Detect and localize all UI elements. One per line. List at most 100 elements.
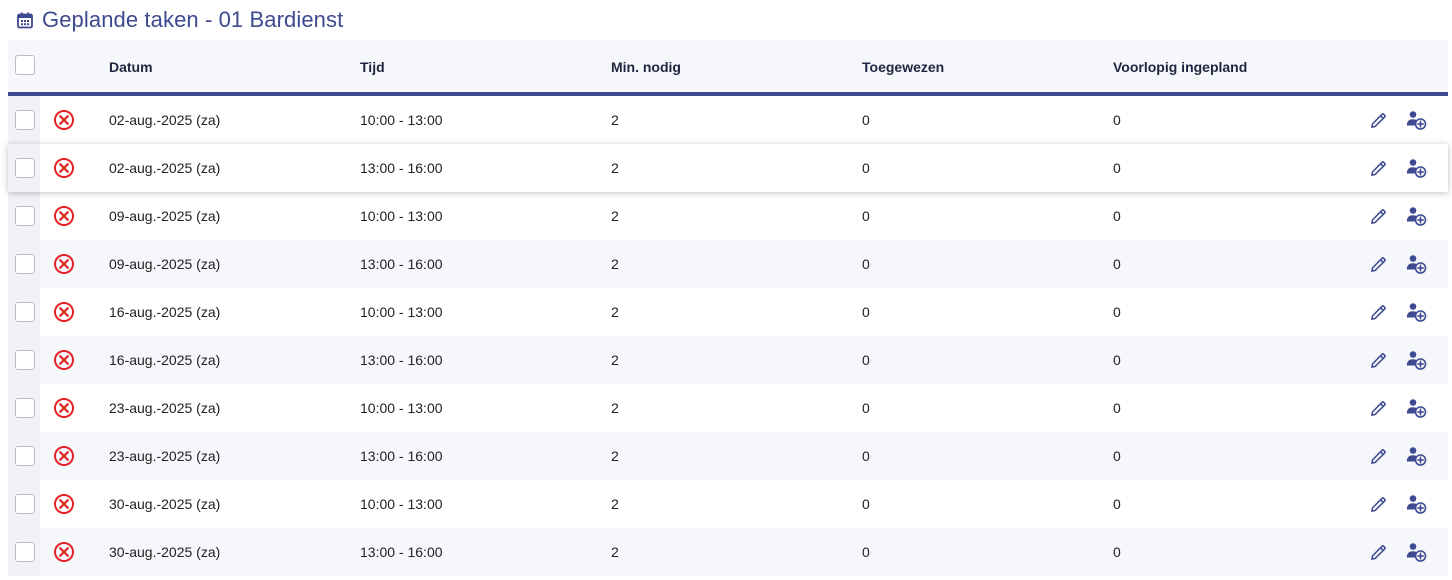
column-header-datum[interactable]: Datum: [109, 59, 153, 75]
add-user-icon[interactable]: [1405, 253, 1427, 275]
add-user-icon[interactable]: [1405, 397, 1427, 419]
cell-datum: 23-aug.-2025 (za): [109, 400, 221, 416]
cell-datum: 02-aug.-2025 (za): [109, 112, 221, 128]
pencil-icon[interactable]: [1369, 111, 1388, 130]
row-checkbox[interactable]: [15, 110, 35, 130]
row-checkbox-cell: [8, 432, 40, 480]
cell-tijd: 13:00 - 16:00: [360, 544, 443, 560]
pencil-icon[interactable]: [1369, 399, 1388, 418]
row-checkbox[interactable]: [15, 302, 35, 322]
row-checkbox-cell: [8, 528, 40, 576]
row-checkbox[interactable]: [15, 494, 35, 514]
cell-datum: 16-aug.-2025 (za): [109, 304, 221, 320]
table-row[interactable]: 09-aug.-2025 (za) 13:00 - 16:00 2 0 0: [8, 240, 1448, 288]
cancel-icon[interactable]: [53, 205, 75, 227]
cell-tijd: 10:00 - 13:00: [360, 112, 443, 128]
page-header: Geplande taken - 01 Bardienst: [0, 0, 1452, 40]
calendar-icon: [17, 12, 33, 29]
row-checkbox-cell: [8, 384, 40, 432]
cancel-icon[interactable]: [53, 541, 75, 563]
row-checkbox[interactable]: [15, 398, 35, 418]
row-checkbox-cell: [8, 288, 40, 336]
cell-min-nodig: 2: [611, 448, 619, 464]
row-checkbox[interactable]: [15, 446, 35, 466]
add-user-icon[interactable]: [1405, 301, 1427, 323]
cancel-icon[interactable]: [53, 253, 75, 275]
pencil-icon[interactable]: [1369, 495, 1388, 514]
column-header-voorlopig-ingepland[interactable]: Voorlopig ingepland: [1113, 59, 1247, 75]
row-checkbox-cell: [8, 96, 40, 144]
cancel-icon[interactable]: [53, 157, 75, 179]
cell-min-nodig: 2: [611, 208, 619, 224]
add-user-icon[interactable]: [1405, 109, 1427, 131]
cell-voorlopig-ingepland: 0: [1113, 544, 1121, 560]
row-checkbox-cell: [8, 144, 40, 192]
pencil-icon[interactable]: [1369, 159, 1388, 178]
cell-tijd: 10:00 - 13:00: [360, 208, 443, 224]
table-row[interactable]: 16-aug.-2025 (za) 13:00 - 16:00 2 0 0: [8, 336, 1448, 384]
cell-tijd: 13:00 - 16:00: [360, 256, 443, 272]
table-row[interactable]: 02-aug.-2025 (za) 10:00 - 13:00 2 0 0: [8, 96, 1448, 144]
cell-toegewezen: 0: [862, 352, 870, 368]
pencil-icon[interactable]: [1369, 303, 1388, 322]
row-checkbox[interactable]: [15, 206, 35, 226]
cell-datum: 09-aug.-2025 (za): [109, 256, 221, 272]
row-checkbox[interactable]: [15, 254, 35, 274]
table-row[interactable]: 23-aug.-2025 (za) 10:00 - 13:00 2 0 0: [8, 384, 1448, 432]
column-header-tijd[interactable]: Tijd: [360, 59, 385, 75]
add-user-icon[interactable]: [1405, 349, 1427, 371]
row-checkbox-cell: [8, 480, 40, 528]
add-user-icon[interactable]: [1405, 541, 1427, 563]
cancel-icon[interactable]: [53, 301, 75, 323]
pencil-icon[interactable]: [1369, 207, 1388, 226]
cell-voorlopig-ingepland: 0: [1113, 112, 1121, 128]
pencil-icon[interactable]: [1369, 543, 1388, 562]
column-header-toegewezen[interactable]: Toegewezen: [862, 59, 944, 75]
row-checkbox[interactable]: [15, 350, 35, 370]
cell-min-nodig: 2: [611, 400, 619, 416]
select-all-checkbox[interactable]: [15, 55, 35, 75]
cancel-icon[interactable]: [53, 493, 75, 515]
add-user-icon[interactable]: [1405, 205, 1427, 227]
table-row[interactable]: 30-aug.-2025 (za) 10:00 - 13:00 2 0 0: [8, 480, 1448, 528]
column-header-min-nodig[interactable]: Min. nodig: [611, 59, 681, 75]
cancel-icon[interactable]: [53, 445, 75, 467]
row-checkbox-cell: [8, 192, 40, 240]
cell-toegewezen: 0: [862, 160, 870, 176]
pencil-icon[interactable]: [1369, 255, 1388, 274]
add-user-icon[interactable]: [1405, 157, 1427, 179]
cell-min-nodig: 2: [611, 544, 619, 560]
pencil-icon[interactable]: [1369, 351, 1388, 370]
cell-datum: 02-aug.-2025 (za): [109, 160, 221, 176]
cell-datum: 23-aug.-2025 (za): [109, 448, 221, 464]
cell-tijd: 13:00 - 16:00: [360, 160, 443, 176]
add-user-icon[interactable]: [1405, 493, 1427, 515]
table-row[interactable]: 30-aug.-2025 (za) 13:00 - 16:00 2 0 0: [8, 528, 1448, 576]
tasks-table: Datum Tijd Min. nodig Toegewezen Voorlop…: [8, 40, 1448, 578]
cell-datum: 09-aug.-2025 (za): [109, 208, 221, 224]
cell-voorlopig-ingepland: 0: [1113, 208, 1121, 224]
cell-datum: 30-aug.-2025 (za): [109, 544, 221, 560]
cell-min-nodig: 2: [611, 304, 619, 320]
add-user-icon[interactable]: [1405, 445, 1427, 467]
table-row[interactable]: 02-aug.-2025 (za) 13:00 - 16:00 2 0 0: [8, 144, 1448, 192]
cell-voorlopig-ingepland: 0: [1113, 448, 1121, 464]
cell-tijd: 10:00 - 13:00: [360, 304, 443, 320]
cell-datum: 30-aug.-2025 (za): [109, 496, 221, 512]
pencil-icon[interactable]: [1369, 447, 1388, 466]
cell-voorlopig-ingepland: 0: [1113, 496, 1121, 512]
row-checkbox[interactable]: [15, 542, 35, 562]
cell-toegewezen: 0: [862, 544, 870, 560]
table-row[interactable]: 09-aug.-2025 (za) 10:00 - 13:00 2 0 0: [8, 192, 1448, 240]
cell-toegewezen: 0: [862, 304, 870, 320]
cancel-icon[interactable]: [53, 349, 75, 371]
cell-min-nodig: 2: [611, 352, 619, 368]
cell-min-nodig: 2: [611, 160, 619, 176]
cell-datum: 16-aug.-2025 (za): [109, 352, 221, 368]
row-checkbox[interactable]: [15, 158, 35, 178]
table-row[interactable]: 23-aug.-2025 (za) 13:00 - 16:00 2 0 0: [8, 432, 1448, 480]
cancel-icon[interactable]: [53, 397, 75, 419]
table-row[interactable]: 16-aug.-2025 (za) 10:00 - 13:00 2 0 0: [8, 288, 1448, 336]
cancel-icon[interactable]: [53, 109, 75, 131]
cell-voorlopig-ingepland: 0: [1113, 160, 1121, 176]
